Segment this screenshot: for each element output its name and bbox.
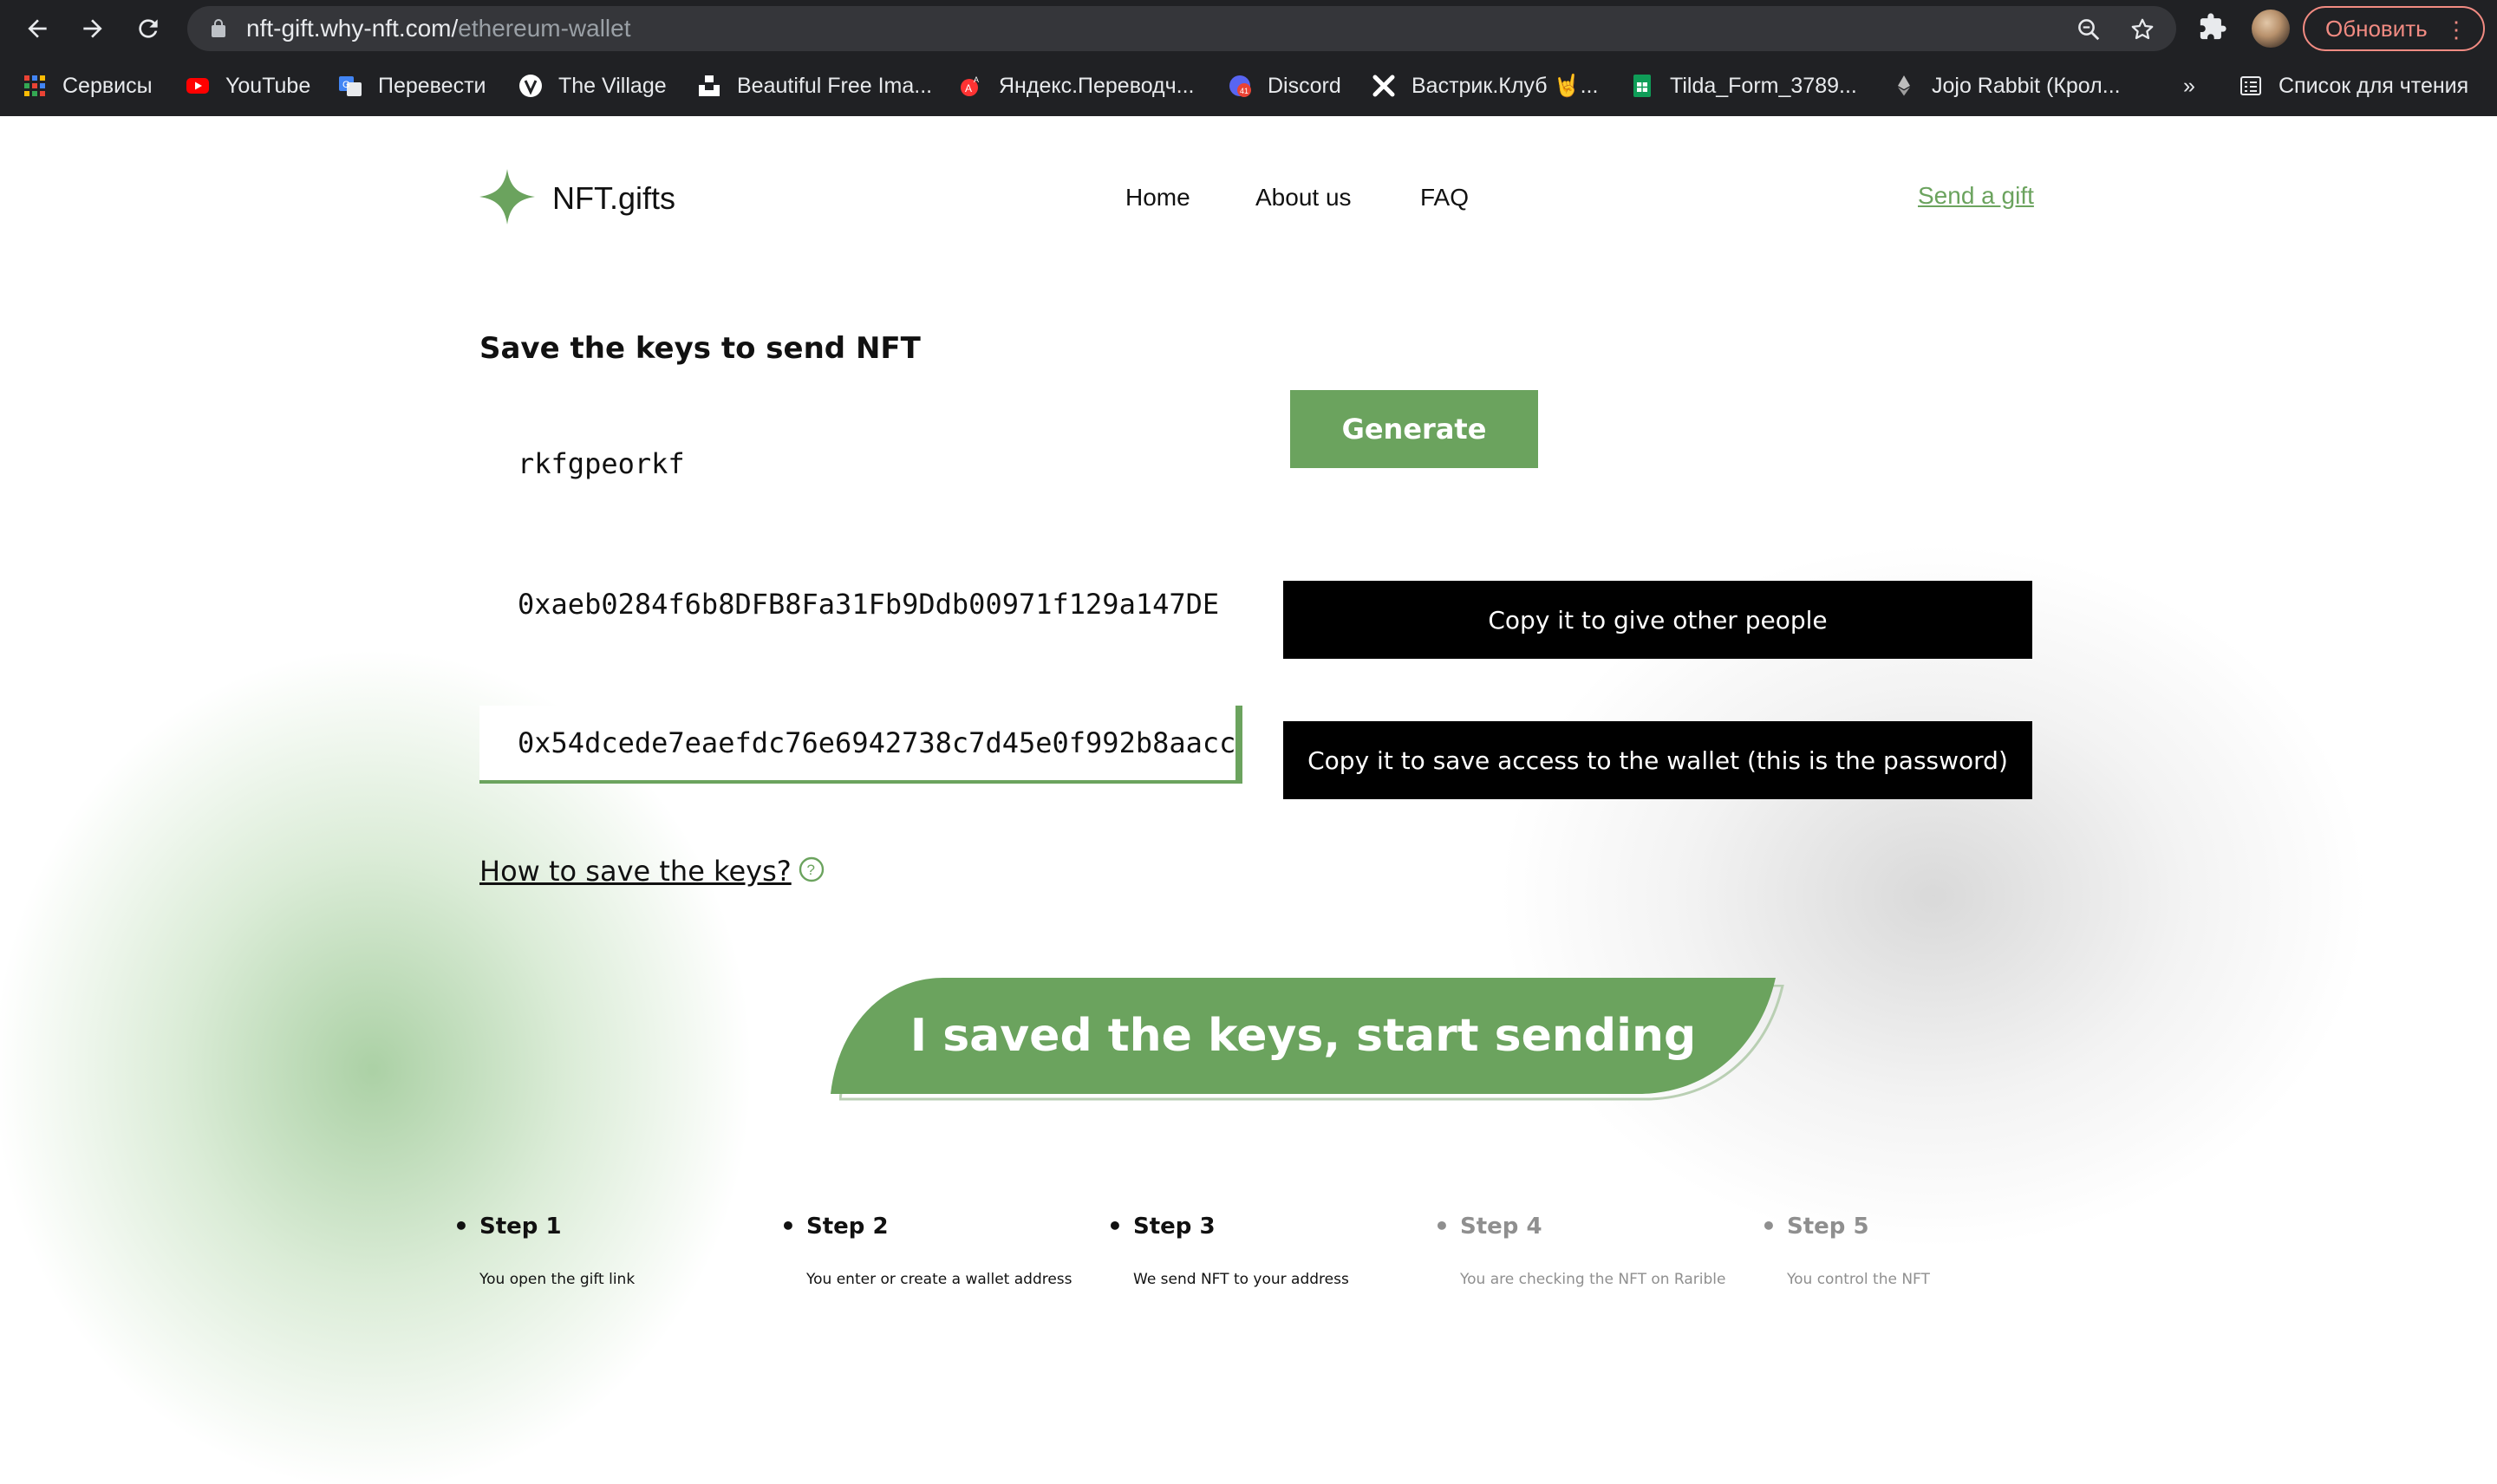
sheets-icon bbox=[1633, 75, 1651, 97]
seed-phrase-input[interactable]: rkfgpeorkf bbox=[479, 425, 1242, 503]
step-item: Step 1 You open the gift link bbox=[453, 1212, 792, 1288]
translate-icon: G bbox=[339, 76, 362, 96]
url-text: nft-gift.why-nft.com/ethereum-wallet bbox=[246, 15, 631, 42]
lock-icon bbox=[212, 19, 225, 37]
reading-list-icon bbox=[2240, 76, 2261, 95]
bookmark-label: Discord bbox=[1268, 73, 1341, 98]
browser-chrome: nft-gift.why-nft.com/ethereum-wallet Обн… bbox=[0, 0, 2497, 116]
step-description: You open the gift link bbox=[479, 1271, 636, 1288]
unsplash-icon bbox=[699, 75, 720, 96]
step-item: Step 5 You control the NFT bbox=[1761, 1212, 2099, 1288]
apps-grid-icon bbox=[24, 75, 45, 96]
step-title: Step 5 bbox=[1761, 1212, 2099, 1240]
copy-private-key-button[interactable]: Copy it to save access to the wallet (th… bbox=[1283, 721, 2032, 799]
bookmark-label: Beautiful Free Ima... bbox=[737, 73, 933, 98]
bookmark-label: Jojo Rabbit (Крол... bbox=[1932, 73, 2121, 98]
start-sending-button-wrap: I saved the keys, start sending bbox=[831, 978, 1784, 1108]
step-description: You are checking the NFT on Rarible bbox=[1460, 1271, 1726, 1288]
step-item: Step 2 You enter or create a wallet addr… bbox=[780, 1212, 1118, 1288]
public-key-field[interactable]: 0xaeb0284f6b8DFB8Fa31Fb9Ddb00971f129a147… bbox=[479, 565, 1242, 643]
bookmark-label: YouTube bbox=[225, 73, 311, 98]
reload-button[interactable] bbox=[128, 9, 168, 49]
sparkle-star-icon[interactable] bbox=[479, 169, 535, 225]
reading-list-label: Список для чтения bbox=[2279, 73, 2469, 98]
bookmark-label: Вастрик.Клуб 🤘... bbox=[1411, 73, 1599, 98]
start-sending-button[interactable]: I saved the keys, start sending bbox=[831, 978, 1776, 1094]
update-browser-button[interactable]: Обновить ⋮ bbox=[2303, 6, 2485, 51]
bookmark-label: The Village bbox=[558, 73, 667, 98]
step-item: Step 4 You are checking the NFT on Rarib… bbox=[1434, 1212, 1772, 1288]
forward-button[interactable] bbox=[73, 9, 113, 49]
svg-text:?: ? bbox=[807, 862, 815, 878]
step-title: Step 1 bbox=[453, 1212, 792, 1240]
bookmarks-bar: Сервисы YouTube G Перевести The Village … bbox=[0, 61, 2497, 111]
address-bar[interactable]: nft-gift.why-nft.com/ethereum-wallet bbox=[187, 6, 2176, 51]
section-title: Save the keys to send NFT bbox=[479, 331, 921, 366]
zoom-icon[interactable] bbox=[2076, 16, 2102, 42]
arrow-left-icon bbox=[28, 19, 47, 38]
bookmark-star-icon[interactable] bbox=[2129, 16, 2155, 42]
browser-menu-icon[interactable]: ⋮ bbox=[2445, 16, 2468, 42]
update-label: Обновить bbox=[2325, 15, 2428, 42]
step-title: Step 2 bbox=[780, 1212, 1118, 1240]
reading-list-button[interactable]: Список для чтения bbox=[2239, 71, 2468, 101]
step-description: We send NFT to your address bbox=[1133, 1271, 1349, 1288]
generate-button[interactable]: Generate bbox=[1290, 390, 1538, 468]
svg-text:41: 41 bbox=[1240, 87, 1248, 95]
brand-logo-text[interactable]: NFT.gifts bbox=[552, 180, 675, 217]
step-item: Step 3 We send NFT to your address bbox=[1107, 1212, 1445, 1288]
question-circle-icon[interactable]: ? bbox=[798, 856, 825, 883]
bookmark-label: Перевести bbox=[378, 73, 486, 98]
svg-text:A: A bbox=[974, 75, 979, 84]
bookmark-vastrik[interactable]: Вастрик.Клуб 🤘... bbox=[1372, 71, 1598, 101]
bookmark-services[interactable]: Сервисы bbox=[23, 71, 153, 101]
start-sending-label: I saved the keys, start sending bbox=[909, 1010, 1697, 1062]
step-description: You enter or create a wallet address bbox=[806, 1271, 1072, 1288]
svg-text:A: A bbox=[965, 82, 972, 94]
copy-public-key-button[interactable]: Copy it to give other people bbox=[1283, 581, 2032, 659]
yandex-translate-icon: AA bbox=[961, 75, 979, 96]
reload-icon bbox=[139, 19, 158, 38]
bookmark-yandex-translate[interactable]: AA Яндекс.Переводч... bbox=[959, 71, 1195, 101]
svg-text:G: G bbox=[342, 80, 350, 90]
step-title: Step 4 bbox=[1434, 1212, 1772, 1240]
bookmark-label: Сервисы bbox=[62, 73, 153, 98]
send-gift-link[interactable]: Send a gift bbox=[1918, 182, 2034, 210]
step-description: You control the NFT bbox=[1787, 1271, 1930, 1288]
how-to-save-keys-link[interactable]: How to save the keys? bbox=[479, 855, 792, 888]
bookmark-youtube[interactable]: YouTube bbox=[186, 71, 310, 101]
nav-home[interactable]: Home bbox=[1125, 184, 1190, 212]
url-host: nft-gift.why-nft.com/ bbox=[246, 15, 459, 42]
bookmark-discord[interactable]: 41 Discord bbox=[1228, 71, 1341, 101]
vastrik-icon bbox=[1372, 75, 1395, 97]
village-icon bbox=[519, 75, 542, 97]
url-path: ethereum-wallet bbox=[458, 15, 631, 42]
browser-toolbar: nft-gift.why-nft.com/ethereum-wallet Обн… bbox=[0, 0, 2497, 57]
profile-avatar[interactable] bbox=[2252, 10, 2290, 48]
bookmark-label: Tilda_Form_3789... bbox=[1670, 73, 1857, 98]
bookmark-unsplash[interactable]: Beautiful Free Ima... bbox=[697, 71, 932, 101]
page-content: NFT.gifts Home About us FAQ Send a gift … bbox=[0, 116, 2497, 1484]
extensions-puzzle-icon[interactable] bbox=[2198, 12, 2227, 42]
nav-about-us[interactable]: About us bbox=[1255, 184, 1352, 212]
discord-icon: 41 bbox=[1229, 75, 1251, 97]
bookmark-jojo-rabbit[interactable]: Jojo Rabbit (Крол... bbox=[1892, 71, 2121, 101]
youtube-icon bbox=[186, 78, 209, 94]
bookmark-translate[interactable]: G Перевести bbox=[338, 71, 486, 101]
bookmark-village[interactable]: The Village bbox=[518, 71, 667, 101]
step-title: Step 3 bbox=[1107, 1212, 1445, 1240]
back-button[interactable] bbox=[17, 9, 57, 49]
bookmark-label: Яндекс.Переводч... bbox=[999, 73, 1195, 98]
arrow-right-icon bbox=[83, 19, 102, 38]
bookmark-tilda-form[interactable]: Tilda_Form_3789... bbox=[1630, 71, 1857, 101]
private-key-field[interactable]: 0x54dcede7eaefdc76e6942738c7d45e0f992b8a… bbox=[479, 706, 1242, 784]
nav-faq[interactable]: FAQ bbox=[1420, 184, 1469, 212]
overflow-chevron-icon: » bbox=[2183, 73, 2195, 98]
ethereum-icon bbox=[1898, 75, 1910, 96]
bookmarks-overflow-button[interactable]: » bbox=[2183, 71, 2195, 101]
